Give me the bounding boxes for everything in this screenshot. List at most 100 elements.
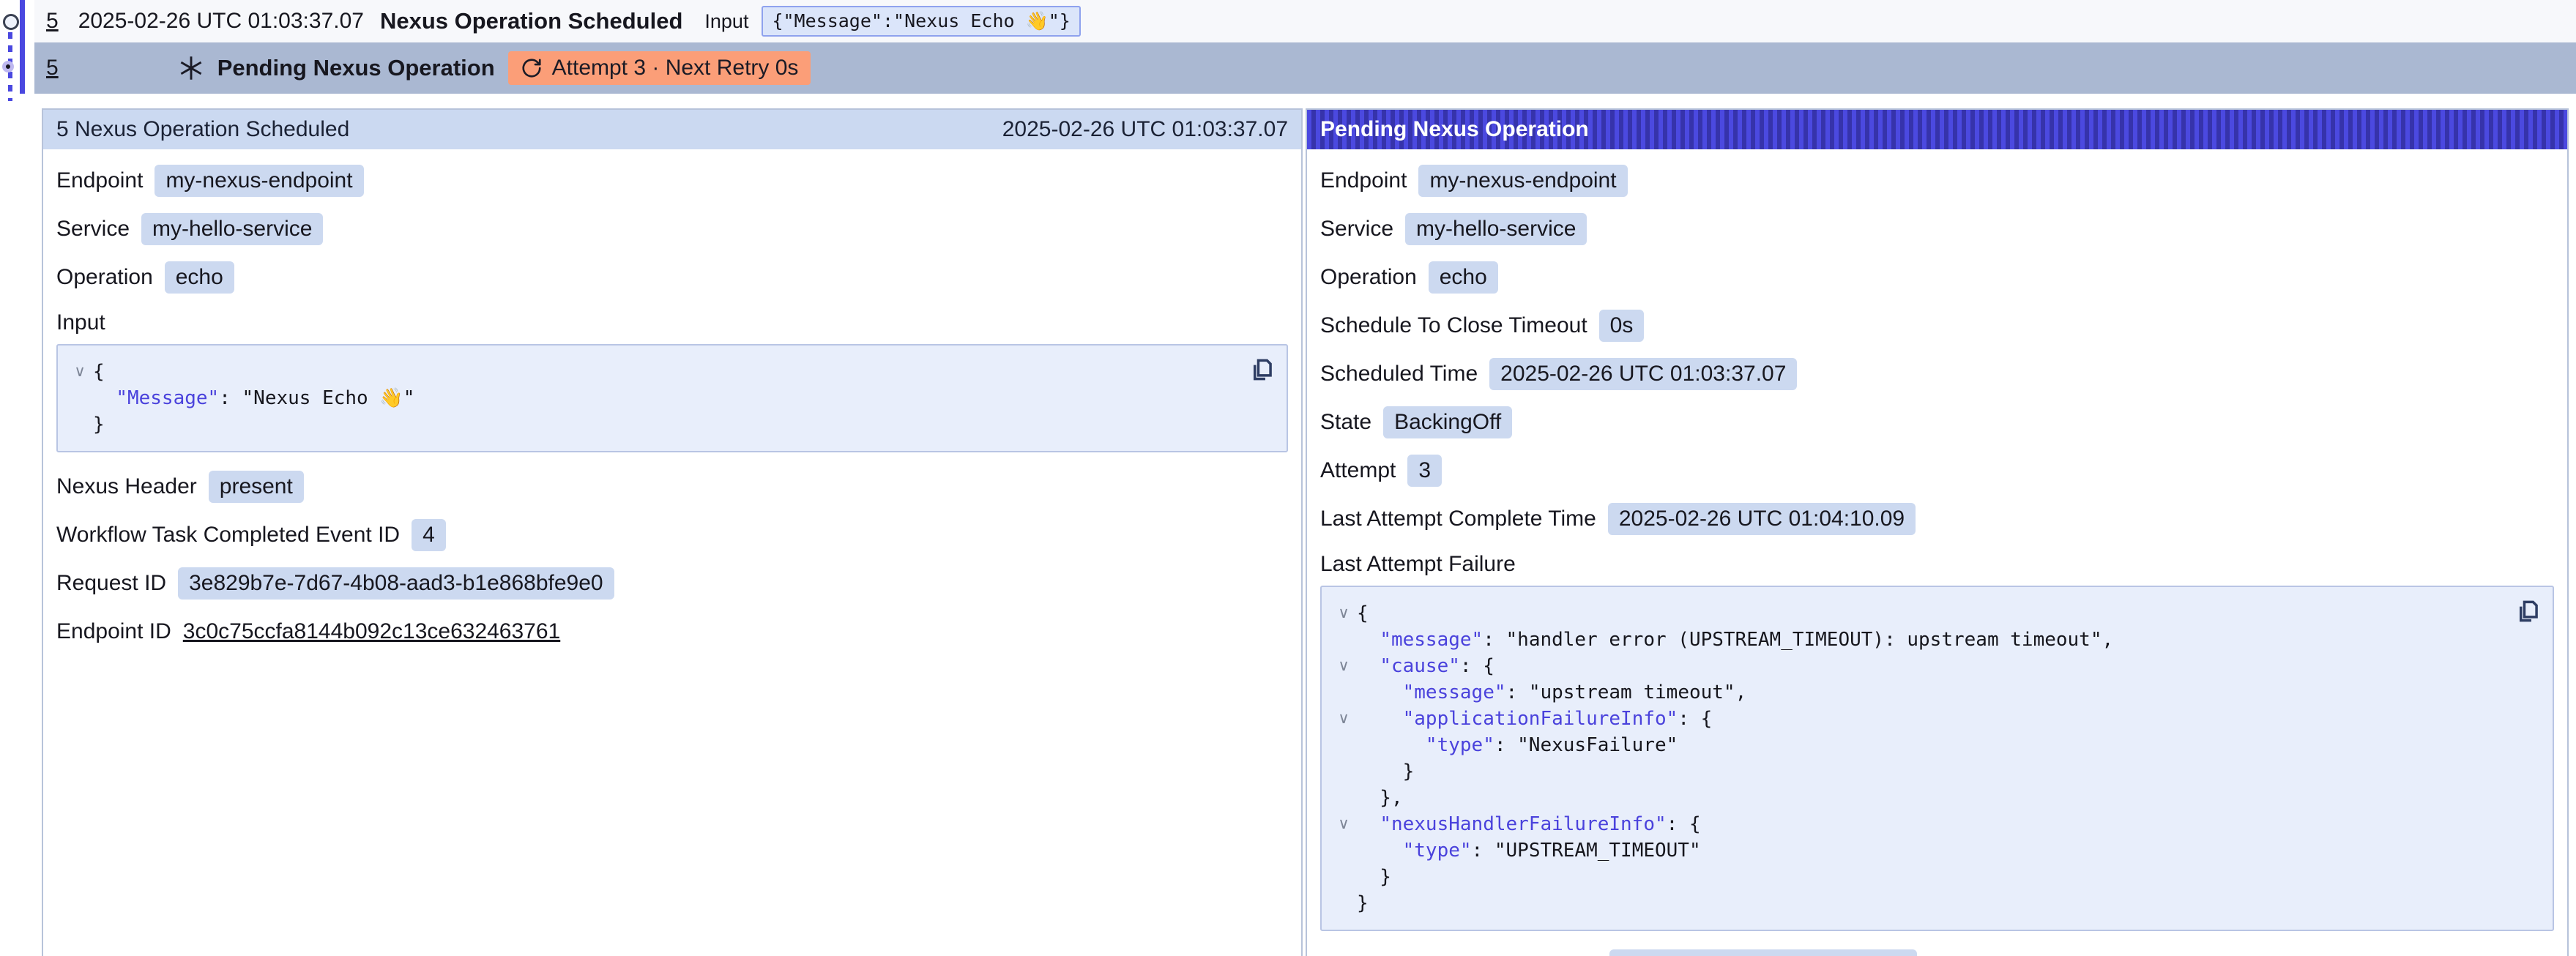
field-nexus-header: Nexus Header present <box>56 470 1288 504</box>
timeline-track-bar <box>20 0 25 94</box>
field-endpoint: Endpoint my-nexus-endpoint <box>1320 164 2554 198</box>
copy-button[interactable] <box>2514 597 2542 625</box>
json-code-line: { <box>1357 600 1369 627</box>
failure-section-label: Last Attempt Failure <box>1320 552 2554 577</box>
field-service: Service my-hello-service <box>1320 212 2554 246</box>
json-code-line: "type": "UPSTREAM_TIMEOUT" <box>1357 837 1701 864</box>
field-schedule-to-close-timeout: Schedule To Close Timeout 0s <box>1320 309 2554 343</box>
pending-id-link[interactable]: 5 <box>46 56 59 81</box>
field-label: Service <box>1320 217 1393 242</box>
gutter-spacer <box>1330 864 1357 890</box>
field-request-id: Request ID 3e829b7e-7d67-4b08-aad3-b1e86… <box>56 567 1288 600</box>
pending-spinner-icon <box>178 55 204 81</box>
field-value-badge: 3e829b7e-7d67-4b08-aad3-b1e868bfe9e0 <box>178 567 614 600</box>
field-endpoint-id: Endpoint ID 3c0c75ccfa8144b092c13ce63246… <box>56 615 1288 649</box>
field-value-badge: my-hello-service <box>1405 213 1587 245</box>
field-label: Workflow Task Completed Event ID <box>56 523 400 548</box>
pending-panel-header: Pending Nexus Operation <box>1307 110 2567 149</box>
gutter-spacer <box>1330 732 1357 758</box>
timeline-pending-marker-icon[interactable] <box>2 61 14 72</box>
event-detail-panel-header: 5 Nexus Operation Scheduled 2025-02-26 U… <box>43 110 1301 149</box>
gutter-spacer <box>1330 837 1357 864</box>
json-code-line: "type": "NexusFailure" <box>1357 732 1678 758</box>
event-detail-panel-timestamp: 2025-02-26 UTC 01:03:37.07 <box>1002 117 1288 142</box>
field-last-attempt-complete-time: Last Attempt Complete Time 2025-02-26 UT… <box>1320 502 2554 536</box>
json-code-line: }, <box>1357 785 1403 811</box>
field-label: Endpoint ID <box>56 619 171 644</box>
field-label: Scheduled Time <box>1320 362 1478 386</box>
field-label: Endpoint <box>1320 168 1407 193</box>
field-label: Schedule To Close Timeout <box>1320 313 1587 338</box>
gutter-spacer <box>67 411 93 438</box>
field-next-attempt-schedule-time: Next Attempt Schedule Time 2025-02-26 UT… <box>1320 949 2554 956</box>
field-service: Service my-hello-service <box>56 212 1288 246</box>
field-operation: Operation echo <box>56 261 1288 294</box>
field-label: Next Attempt Schedule Time <box>1320 953 1598 956</box>
collapse-chevron-icon[interactable]: ∨ <box>1330 600 1357 627</box>
json-code-line: "cause": { <box>1357 653 1494 679</box>
collapse-chevron-icon[interactable]: ∨ <box>1330 653 1357 679</box>
field-value-badge: 2025-02-26 UTC 01:04:10.09 <box>1608 503 1916 535</box>
json-code-line: } <box>1357 758 1414 785</box>
field-value-badge: 3 <box>1407 455 1442 487</box>
event-history-row-scheduled[interactable]: 5 2025-02-26 UTC 01:03:37.07 Nexus Opera… <box>34 0 2576 42</box>
event-detail-panel: 5 Nexus Operation Scheduled 2025-02-26 U… <box>42 108 1303 956</box>
collapse-chevron-icon[interactable]: ∨ <box>1330 811 1357 837</box>
event-input-preview-chip: {"Message":"Nexus Echo 👋"} <box>762 6 1080 37</box>
field-value-badge: echo <box>1429 261 1498 294</box>
json-code-line: { <box>93 359 105 385</box>
json-code-line: "message": "upstream timeout", <box>1357 679 1746 706</box>
json-code-line: } <box>1357 890 1369 916</box>
copy-icon <box>1248 356 1276 384</box>
field-label: Nexus Header <box>56 474 197 499</box>
field-value-badge: BackingOff <box>1383 406 1512 438</box>
collapse-chevron-icon[interactable]: ∨ <box>1330 706 1357 732</box>
field-value-badge: 2025-02-26 UTC 01:04:13.93 <box>1609 949 1917 956</box>
field-endpoint: Endpoint my-nexus-endpoint <box>56 164 1288 198</box>
field-value-badge: my-nexus-endpoint <box>1418 165 1627 197</box>
json-code-line: "Message": "Nexus Echo 👋" <box>93 385 414 411</box>
json-code-line: "nexusHandlerFailureInfo": { <box>1357 811 1701 837</box>
field-workflow-task-completed-event-id: Workflow Task Completed Event ID 4 <box>56 518 1288 552</box>
copy-icon <box>2514 597 2542 625</box>
pending-operation-row[interactable]: 5 Pending Nexus Operation Attempt 3 · Ne… <box>34 42 2576 94</box>
gutter-spacer <box>1330 758 1357 785</box>
retry-attempt-badge: Attempt 3 · Next Retry 0s <box>508 51 811 85</box>
event-input-label: Input <box>704 10 748 33</box>
input-json-viewer: ∨{ "Message": "Nexus Echo 👋"} <box>56 344 1288 452</box>
field-value-badge: my-hello-service <box>141 213 323 245</box>
field-label: Operation <box>1320 265 1417 290</box>
collapse-chevron-icon[interactable]: ∨ <box>67 359 93 385</box>
json-code-line: } <box>93 411 105 438</box>
event-detail-panel-title: 5 Nexus Operation Scheduled <box>56 117 349 142</box>
event-id-link[interactable]: 5 <box>46 9 59 34</box>
field-value-badge: echo <box>165 261 234 294</box>
copy-button[interactable] <box>1248 356 1276 384</box>
json-code-line: } <box>1357 864 1391 890</box>
gutter-spacer <box>1330 627 1357 653</box>
field-label: State <box>1320 410 1371 435</box>
field-operation: Operation echo <box>1320 261 2554 294</box>
field-scheduled-time: Scheduled Time 2025-02-26 UTC 01:03:37.0… <box>1320 357 2554 391</box>
json-code-line: "message": "handler error (UPSTREAM_TIME… <box>1357 627 2113 653</box>
pending-panel-title: Pending Nexus Operation <box>1320 117 1589 142</box>
field-label: Last Attempt Complete Time <box>1320 507 1596 531</box>
field-label: Request ID <box>56 571 166 596</box>
endpoint-id-link[interactable]: 3c0c75ccfa8144b092c13ce632463761 <box>183 619 560 644</box>
field-label: Service <box>56 217 130 242</box>
field-value-badge: 2025-02-26 UTC 01:03:37.07 <box>1489 358 1797 390</box>
field-state: State BackingOff <box>1320 406 2554 439</box>
pending-operation-panel: Pending Nexus Operation Endpoint my-nexu… <box>1306 108 2569 956</box>
input-section-label: Input <box>56 310 1288 335</box>
field-value-badge: 4 <box>412 519 446 551</box>
failure-json-viewer: ∨{ "message": "handler error (UPSTREAM_T… <box>1320 586 2554 931</box>
field-attempt: Attempt 3 <box>1320 454 2554 488</box>
field-value-badge: present <box>209 471 304 503</box>
gutter-spacer <box>1330 785 1357 811</box>
field-value-badge: my-nexus-endpoint <box>155 165 363 197</box>
gutter-spacer <box>1330 890 1357 916</box>
timeline-event-marker-icon[interactable] <box>3 14 19 30</box>
field-label: Endpoint <box>56 168 143 193</box>
field-label: Operation <box>56 265 153 290</box>
field-label: Attempt <box>1320 458 1396 483</box>
